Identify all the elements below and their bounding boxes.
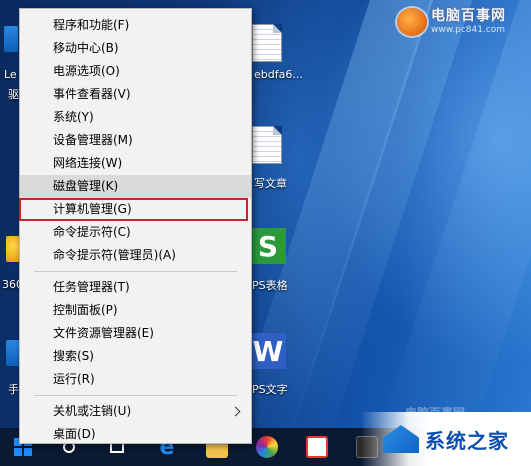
winx-context-menu: 程序和功能(F) 移动中心(B) 电源选项(O) 事件查看器(V) 系统(Y) … [19, 8, 252, 444]
document-file-icon[interactable] [252, 126, 282, 164]
desktop-icon-left-label: Le [4, 68, 17, 81]
menu-item-event-viewer[interactable]: 事件查看器(V) [20, 83, 251, 106]
browser-app-icon[interactable] [300, 428, 334, 466]
menu-item-file-explorer[interactable]: 文件资源管理器(E) [20, 322, 251, 345]
desktop-icon-left-label: 手 [8, 383, 19, 396]
menu-separator [34, 395, 237, 396]
menu-item-power-options[interactable]: 电源选项(O) [20, 60, 251, 83]
menu-item-device-manager[interactable]: 设备管理器(M) [20, 129, 251, 152]
menu-item-task-manager[interactable]: 任务管理器(T) [20, 276, 251, 299]
menu-item-desktop[interactable]: 桌面(D) [20, 423, 251, 446]
desktop-icon-label: ebdfa6... [254, 68, 303, 81]
desktop-icon-label: 写文章 [254, 177, 287, 190]
wps-spreadsheet-icon[interactable]: S [250, 228, 286, 264]
menu-item-system[interactable]: 系统(Y) [20, 106, 251, 129]
menu-item-programs-features[interactable]: 程序和功能(F) [20, 14, 251, 37]
menu-item-run[interactable]: 运行(R) [20, 368, 251, 391]
site-watermark: 电脑百事网 www.pc841.com [397, 4, 525, 40]
menu-item-network-connections[interactable]: 网络连接(W) [20, 152, 251, 175]
desktop-icon-left-1[interactable] [4, 26, 18, 52]
color-wheel-app-icon[interactable] [250, 428, 284, 466]
watermark-title: 电脑百事网 [431, 8, 506, 24]
watermark-url: www.pc841.com [431, 25, 506, 35]
document-file-icon[interactable] [252, 24, 282, 62]
menu-item-shutdown-signout[interactable]: 关机或注销(U) [20, 400, 251, 423]
menu-item-disk-management[interactable]: 磁盘管理(K) [20, 175, 251, 198]
desktop-icon-label: PS文字 [252, 383, 288, 396]
site-badge: 系统之家 [361, 412, 531, 466]
desktop-icon-left-label: 驱 [8, 88, 19, 101]
site-badge-text: 系统之家 [425, 428, 509, 453]
menu-item-command-prompt-admin[interactable]: 命令提示符(管理员)(A) [20, 244, 251, 267]
menu-item-control-panel[interactable]: 控制面板(P) [20, 299, 251, 322]
menu-item-computer-management[interactable]: 计算机管理(G) [19, 198, 251, 221]
menu-separator [34, 271, 237, 272]
desktop-icon-360[interactable] [6, 236, 20, 262]
desktop-icon-label: PS表格 [252, 279, 288, 292]
house-logo-icon [383, 425, 419, 453]
menu-item-command-prompt[interactable]: 命令提示符(C) [20, 221, 251, 244]
chevron-right-icon [230, 406, 241, 417]
site-logo-icon [397, 8, 427, 36]
menu-item-search[interactable]: 搜索(S) [20, 345, 251, 368]
menu-item-label: 关机或注销(U) [53, 404, 132, 418]
desktop-icon-left-4[interactable] [6, 340, 20, 366]
menu-item-mobility-center[interactable]: 移动中心(B) [20, 37, 251, 60]
wps-writer-icon[interactable]: W [250, 333, 286, 369]
